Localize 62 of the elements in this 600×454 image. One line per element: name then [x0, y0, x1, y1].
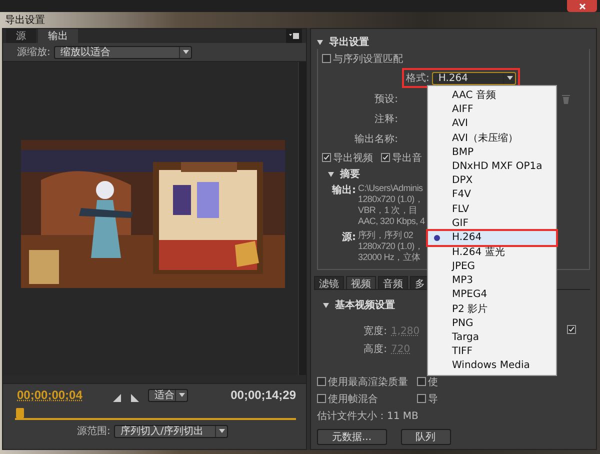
checkbox-label: 导出视频	[333, 152, 373, 164]
menu-item[interactable]: DNxHD MXF OP1a	[428, 159, 556, 174]
preset-label: 预设:	[374, 93, 398, 106]
scale-label: 源缩放:	[17, 46, 50, 59]
checkbox-label: 使用帧混合	[328, 392, 378, 406]
height-label: 高度:	[362, 342, 387, 356]
summary-label: 输出:	[332, 184, 356, 198]
window-title: 导出设置	[5, 14, 45, 27]
menu-item[interactable]: Windows Media	[428, 358, 556, 373]
summary-line: 1280x720 (1.0)，	[358, 241, 424, 252]
menu-item[interactable]: H.264 蓝光	[428, 244, 556, 259]
tab[interactable]: 音频	[378, 276, 408, 289]
menu-item[interactable]: F4V	[428, 188, 556, 202]
section-heading: 基本视频设置	[335, 298, 395, 312]
menu-item[interactable]: MPEG4	[428, 288, 556, 302]
summary-heading: 摘要	[340, 167, 360, 181]
tab[interactable]: 视频	[346, 276, 376, 289]
menu-item[interactable]: Targa	[428, 330, 556, 344]
checkbox-label: 导出音	[392, 152, 422, 164]
summary-label: 源:	[341, 230, 356, 245]
checkbox-label: 导	[428, 392, 438, 406]
comments-label: 注释:	[374, 112, 398, 126]
menu-item[interactable]: DPX	[428, 174, 556, 188]
tab[interactable]: 滤镜	[314, 276, 344, 289]
summary-line: C:\Users\Adminis	[358, 183, 423, 194]
menu-item[interactable]: JPEG	[428, 259, 556, 274]
zoom-dropdown[interactable]: 适合	[148, 388, 188, 402]
duration-timecode: 00;00;14;29	[230, 388, 296, 402]
section-heading: 导出设置	[329, 36, 369, 49]
summary-line: AAC, 320 Kbps, 4	[358, 216, 425, 227]
menu-item[interactable]: PNG	[428, 316, 556, 330]
tab[interactable]: 输出	[38, 29, 78, 43]
menu-item[interactable]: GIF	[428, 216, 556, 230]
width-label: 宽度:	[362, 324, 387, 338]
range-dropdown[interactable]: 序列切入/序列切出	[114, 424, 228, 438]
menu-item[interactable]: FLV	[428, 202, 556, 216]
menu-item[interactable]: MP3	[428, 273, 556, 288]
format-dropdown[interactable]: H.264	[432, 72, 516, 84]
summary-line: VBR，1 次，目	[358, 205, 418, 216]
menu-item[interactable]: BMP	[428, 145, 556, 160]
menu-item[interactable]: P2 影片	[428, 302, 556, 316]
summary-line: 32000 Hz，立体	[358, 252, 420, 263]
menu-item[interactable]: H.264	[428, 230, 556, 245]
checkbox-label: 使用最高渲染质量	[328, 376, 408, 388]
scale-dropdown[interactable]: 缩放以适合	[54, 46, 192, 58]
action-button[interactable]: 元数据...	[317, 429, 387, 445]
menu-item[interactable]: AIFF	[428, 102, 556, 116]
range-label: 源范围:	[77, 424, 110, 438]
menu-item[interactable]: AVI（未压缩）	[428, 130, 556, 145]
action-button[interactable]: 队列	[400, 429, 451, 445]
output-name-label: 输出名称:	[354, 132, 398, 146]
summary-line: 1280x720 (1.0)，	[358, 194, 424, 205]
summary-line: 序列，序列 02	[358, 230, 414, 241]
checkbox-label: 与序列设置匹配	[333, 52, 403, 66]
menu-item[interactable]: TIFF	[428, 344, 556, 359]
menu-item[interactable]: AVI	[428, 116, 556, 131]
tab[interactable]: 源	[6, 29, 36, 43]
file-size-text: 估计文件大小：11 MB	[317, 410, 420, 423]
format-label: 格式:	[406, 72, 430, 85]
menu-item[interactable]: AAC 音频	[428, 88, 556, 102]
checkbox-label: 使	[428, 376, 438, 388]
current-timecode[interactable]: 00;00;00;04	[17, 388, 82, 402]
